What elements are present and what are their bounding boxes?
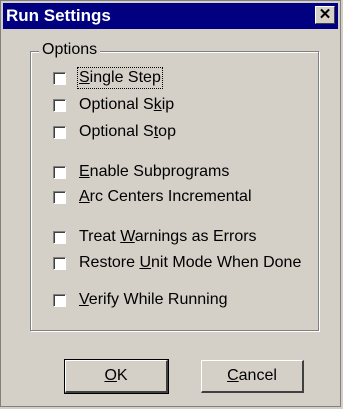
checkbox-box[interactable]: [53, 165, 66, 179]
run-settings-dialog: Run Settings ✕ Options Single Step Optio…: [0, 0, 341, 407]
checkbox-single-step[interactable]: Single Step: [53, 67, 163, 89]
checkbox-box[interactable]: [53, 293, 66, 307]
checkbox-box[interactable]: [53, 190, 66, 204]
checkbox-box[interactable]: [53, 98, 66, 112]
checkbox-arc-centers-incremental[interactable]: Arc Centers Incremental: [53, 186, 252, 208]
cancel-button-label: Cancel: [227, 367, 277, 384]
checkbox-label: Optional Stop: [79, 123, 176, 140]
title-bar[interactable]: Run Settings ✕: [3, 3, 338, 29]
checkbox-box[interactable]: [53, 125, 66, 139]
checkbox-box[interactable]: [53, 71, 66, 85]
checkbox-label: Enable Subprograms: [79, 163, 230, 180]
checkbox-label: Restore Unit Mode When Done: [79, 254, 302, 271]
checkbox-label: Single Step: [77, 67, 163, 89]
checkbox-box[interactable]: [53, 230, 66, 244]
checkbox-label: Treat Warnings as Errors: [79, 228, 257, 245]
checkbox-restore-unit-mode[interactable]: Restore Unit Mode When Done: [53, 252, 301, 274]
ok-button-label: OK: [104, 367, 128, 384]
ok-button[interactable]: OK: [64, 359, 169, 394]
checkbox-label: Optional Skip: [79, 96, 175, 113]
checkbox-label: Arc Centers Incremental: [79, 188, 252, 205]
checkbox-enable-subprograms[interactable]: Enable Subprograms: [53, 161, 229, 183]
checkbox-box[interactable]: [53, 256, 66, 270]
cancel-button[interactable]: Cancel: [201, 360, 304, 393]
close-icon: ✕: [318, 6, 332, 23]
close-button[interactable]: ✕: [315, 6, 335, 24]
checkbox-label: Verify While Running: [79, 291, 228, 308]
checkbox-verify-while-running[interactable]: Verify While Running: [53, 289, 228, 311]
checkbox-treat-warnings-as-errors[interactable]: Treat Warnings as Errors: [53, 226, 257, 248]
checkbox-optional-skip[interactable]: Optional Skip: [53, 94, 174, 116]
checkbox-optional-stop[interactable]: Optional Stop: [53, 121, 176, 143]
window-title: Run Settings: [6, 6, 111, 25]
options-group-label: Options: [39, 41, 101, 59]
